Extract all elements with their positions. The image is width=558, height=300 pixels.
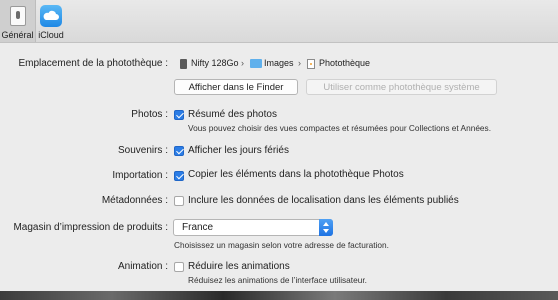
- use-as-system-library-button[interactable]: Utiliser comme photothèque système: [306, 79, 497, 95]
- import-label: Importation :: [112, 170, 168, 181]
- reduce-animations-checkbox[interactable]: [174, 262, 184, 272]
- include-location-text: Inclure les données de localisation dans…: [188, 195, 459, 206]
- print-store-label: Magasin d’impression de produits :: [13, 222, 168, 233]
- folder-icon: [250, 59, 262, 68]
- path-separator-icon: ›: [298, 58, 301, 68]
- tab-icloud-label: iCloud: [38, 30, 64, 40]
- copy-items-text: Copier les éléments dans la photothèque …: [188, 169, 404, 180]
- chevron-updown-icon: [319, 219, 333, 236]
- print-store-description: Choisissez un magasin selon votre adress…: [174, 240, 389, 250]
- reduce-animations-description: Réduisez les animations de l’interface u…: [188, 275, 367, 285]
- include-location-checkbox[interactable]: [174, 196, 184, 206]
- summarize-photos-text: Résumé des photos: [188, 109, 277, 120]
- animation-label: Animation :: [117, 261, 168, 272]
- print-store-select[interactable]: France: [173, 219, 333, 236]
- icloud-icon: [40, 5, 62, 27]
- photo-library-icon: [307, 59, 315, 69]
- preferences-toolbar: Général iCloud: [0, 0, 558, 43]
- show-in-finder-button[interactable]: Afficher dans le Finder: [174, 79, 298, 95]
- copy-items-checkbox[interactable]: [174, 171, 184, 181]
- show-holidays-checkbox[interactable]: [174, 146, 184, 156]
- library-location-label: Emplacement de la photothèque :: [18, 58, 168, 69]
- reduce-animations-text: Réduire les animations: [188, 261, 290, 272]
- path-separator-icon: ›: [241, 58, 244, 68]
- path-disk: Nifty 128Go: [191, 58, 239, 68]
- memories-label: Souvenirs :: [117, 145, 168, 156]
- path-library: Photothèque: [319, 58, 371, 68]
- metadata-label: Métadonnées :: [101, 195, 168, 206]
- path-folder: Images: [264, 58, 294, 68]
- show-holidays-text: Afficher les jours fériés: [188, 145, 289, 156]
- print-store-value: France: [182, 222, 214, 233]
- photos-label: Photos :: [131, 109, 168, 120]
- background-photo-strip: [0, 291, 558, 300]
- general-switch-icon: [10, 6, 26, 26]
- summarize-photos-checkbox[interactable]: [174, 110, 184, 120]
- tab-icloud[interactable]: iCloud: [36, 0, 66, 42]
- tab-general[interactable]: Général: [0, 0, 36, 42]
- tab-general-label: Général: [1, 30, 34, 40]
- disk-icon: [180, 59, 187, 69]
- summarize-photos-description: Vous pouvez choisir des vues compactes e…: [188, 123, 492, 133]
